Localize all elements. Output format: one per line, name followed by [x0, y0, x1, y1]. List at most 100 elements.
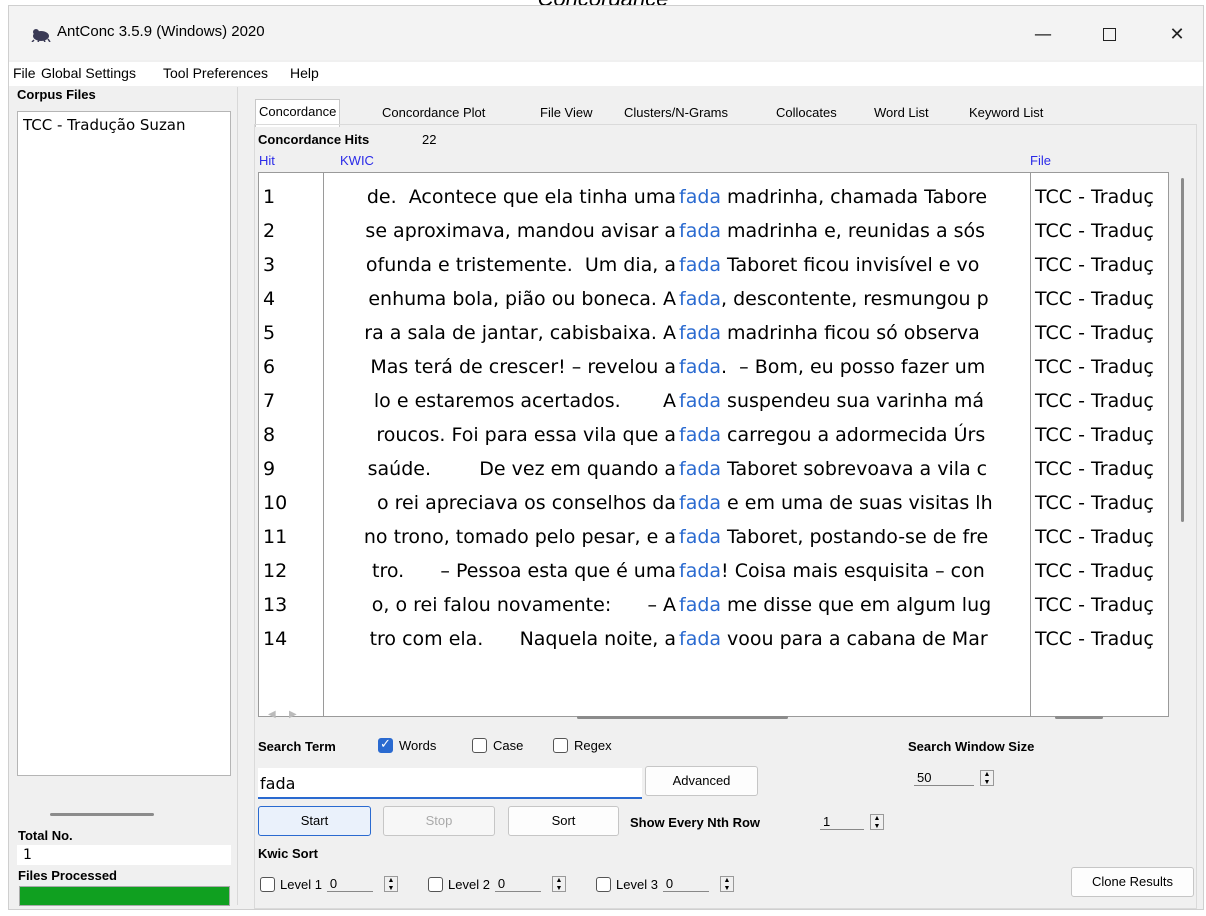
file-horizontal-scrollbar[interactable]: [1055, 716, 1103, 719]
left-panel-scrollbar[interactable]: [50, 813, 154, 816]
file-name-cell: TCC - Traduç: [1035, 560, 1154, 582]
tab-file-view[interactable]: File View: [537, 101, 596, 125]
menu-bar: File Global Settings Tool Preferences He…: [9, 62, 1203, 86]
level-3-value[interactable]: 0: [662, 876, 709, 892]
kwic-line[interactable]: o rei apreciava os conselhos da fada e em …: [324, 487, 1027, 519]
file-column: TCC - Traduç TCC - Traduç TCC - Traduç TCC …: [1030, 173, 1168, 716]
search-window-size-spinner[interactable]: 50 ▲ ▼: [914, 770, 994, 786]
scroll-left-icon[interactable]: ◀: [268, 709, 276, 720]
kwic-right-context: , descontente, resmungou p: [721, 288, 989, 310]
concordance-results[interactable]: 1 2 3 4 5 6 7 8 9 10 11 12 13 14 de. Acontece que ela…: [258, 172, 1169, 717]
column-header-hit[interactable]: Hit: [259, 153, 275, 168]
kwic-line[interactable]: roucos. Foi para essa vila que a fada carr…: [324, 419, 1027, 451]
kwic-line[interactable]: Mas terá de crescer! – revelou a fada. – …: [324, 351, 1027, 383]
sort-button[interactable]: Sort: [508, 806, 619, 836]
kwic-line[interactable]: tro. – Pessoa esta que é uma fada! Coisa …: [324, 555, 1027, 587]
clone-results-button[interactable]: Clone Results: [1071, 867, 1194, 897]
kwic-node-word[interactable]: fada: [679, 521, 721, 553]
hit-number: 3: [263, 254, 276, 276]
kwic-line[interactable]: lo e estaremos acertados. Afada suspendeu…: [324, 385, 1027, 417]
level-2-value[interactable]: 0: [494, 876, 541, 892]
tab-concordance[interactable]: Concordance: [255, 99, 341, 127]
menu-global-settings[interactable]: Global Settings: [41, 65, 136, 81]
minimize-button[interactable]: —: [1021, 16, 1065, 52]
regex-checkbox[interactable]: Regex: [553, 738, 612, 753]
kwic-line[interactable]: se aproximava, mandou avisar a fada madrin…: [324, 215, 1027, 247]
kwic-node-word[interactable]: fada: [679, 215, 721, 247]
level-2-checkbox[interactable]: [428, 876, 443, 892]
kwic-horizontal-scrollbar[interactable]: [577, 716, 788, 719]
close-button[interactable]: ✕: [1155, 16, 1199, 52]
tab-clusters-ngrams[interactable]: Clusters/N-Grams: [621, 101, 731, 125]
spinner-arrows-icon[interactable]: ▲ ▼: [551, 876, 566, 892]
nth-row-value[interactable]: 1: [820, 814, 864, 830]
tab-collocates[interactable]: Collocates: [773, 101, 840, 125]
kwic-node-word[interactable]: fada: [679, 317, 721, 349]
spinner-arrows-icon[interactable]: ▲ ▼: [383, 876, 398, 892]
menu-tool-preferences[interactable]: Tool Preferences: [163, 65, 268, 81]
words-checkbox-box[interactable]: [378, 736, 393, 753]
menu-help[interactable]: Help: [290, 65, 319, 81]
case-checkbox[interactable]: Case: [472, 738, 523, 753]
hit-number: 10: [263, 492, 288, 514]
panel-divider[interactable]: [237, 87, 238, 905]
total-no-label: Total No.: [18, 828, 73, 843]
maximize-button[interactable]: [1087, 16, 1131, 52]
kwic-node-word[interactable]: fada: [679, 623, 721, 655]
kwic-right-context: carregou a adormecida Úrs: [727, 424, 986, 446]
sort-level-1[interactable]: Level 1 0 ▲ ▼: [260, 876, 398, 892]
kwic-node-word[interactable]: fada: [679, 555, 721, 587]
spinner-arrows-icon[interactable]: ▲ ▼: [870, 814, 884, 830]
nth-row-spinner[interactable]: 1 ▲ ▼: [820, 814, 884, 830]
kwic-line[interactable]: de. Acontece que ela tinha uma fada madrin…: [324, 181, 1027, 213]
kwic-left-context: o rei apreciava os conselhos da: [377, 492, 676, 514]
scroll-right-icon[interactable]: ▶: [289, 709, 297, 720]
kwic-node-word[interactable]: fada: [679, 249, 721, 281]
column-header-file[interactable]: File: [1030, 153, 1051, 168]
kwic-line[interactable]: o, o rei falou novamente: – Afada me diss…: [324, 589, 1027, 621]
kwic-node-word[interactable]: fada: [679, 419, 721, 451]
kwic-node-word[interactable]: fada: [679, 385, 721, 417]
advanced-button[interactable]: Advanced: [645, 766, 758, 796]
kwic-line[interactable]: no trono, tomado pelo pesar, e a fada Tabo…: [324, 521, 1027, 553]
level-1-checkbox[interactable]: [260, 876, 275, 892]
menu-file[interactable]: File: [13, 65, 36, 81]
file-name-cell: TCC - Traduç: [1035, 186, 1154, 208]
kwic-line[interactable]: enhuma bola, pião ou boneca. Afada, desc…: [324, 283, 1027, 315]
kwic-node-word[interactable]: fada: [679, 487, 721, 519]
column-header-kwic[interactable]: KWIC: [340, 153, 374, 168]
regex-checkbox-label: Regex: [574, 738, 612, 753]
kwic-line[interactable]: tro com ela. Naquela noite, a fada voou pa…: [324, 623, 1027, 655]
spinner-arrows-icon[interactable]: ▲ ▼: [980, 770, 994, 786]
tab-keyword-list[interactable]: Keyword List: [966, 101, 1046, 125]
sort-level-3[interactable]: Level 3 0 ▲ ▼: [596, 876, 734, 892]
kwic-line[interactable]: ra a sala de jantar, cabisbaixa. Afada ma…: [324, 317, 1027, 349]
words-checkbox[interactable]: Words: [378, 736, 436, 753]
level-1-value[interactable]: 0: [326, 876, 373, 892]
kwic-node-word[interactable]: fada: [679, 351, 721, 383]
kwic-line[interactable]: saúde. De vez em quando a fada Taboret sob…: [324, 453, 1027, 485]
tab-concordance-plot[interactable]: Concordance Plot: [379, 101, 488, 125]
results-vertical-scrollbar[interactable]: [1181, 178, 1184, 522]
tab-word-list[interactable]: Word List: [871, 101, 932, 125]
search-term-input[interactable]: fada: [258, 768, 642, 799]
level-3-checkbox[interactable]: [596, 876, 611, 892]
corpus-files-list[interactable]: TCC - Tradução Suzan: [17, 111, 231, 776]
kwic-line[interactable]: ofunda e tristemente. Um dia, a fada Tabor…: [324, 249, 1027, 281]
hit-number: 4: [263, 288, 276, 310]
sort-level-2[interactable]: Level 2 0 ▲ ▼: [428, 876, 566, 892]
search-window-size-value[interactable]: 50: [914, 770, 974, 786]
kwic-node-word[interactable]: fada: [679, 589, 721, 621]
regex-checkbox-box[interactable]: [553, 738, 568, 753]
kwic-node-word[interactable]: fada: [679, 453, 721, 485]
spinner-arrows-icon[interactable]: ▲ ▼: [719, 876, 734, 892]
case-checkbox-box[interactable]: [472, 738, 487, 753]
kwic-node-word[interactable]: fada: [679, 181, 721, 213]
stop-button[interactable]: Stop: [383, 806, 495, 836]
hit-number: 2: [263, 220, 276, 242]
corpus-file-item[interactable]: TCC - Tradução Suzan: [23, 116, 228, 134]
kwic-left-context: Mas terá de crescer! – revelou a: [370, 356, 676, 378]
kwic-node-word[interactable]: fada: [679, 283, 721, 315]
hit-number: 7: [263, 390, 276, 412]
start-button[interactable]: Start: [258, 806, 371, 836]
